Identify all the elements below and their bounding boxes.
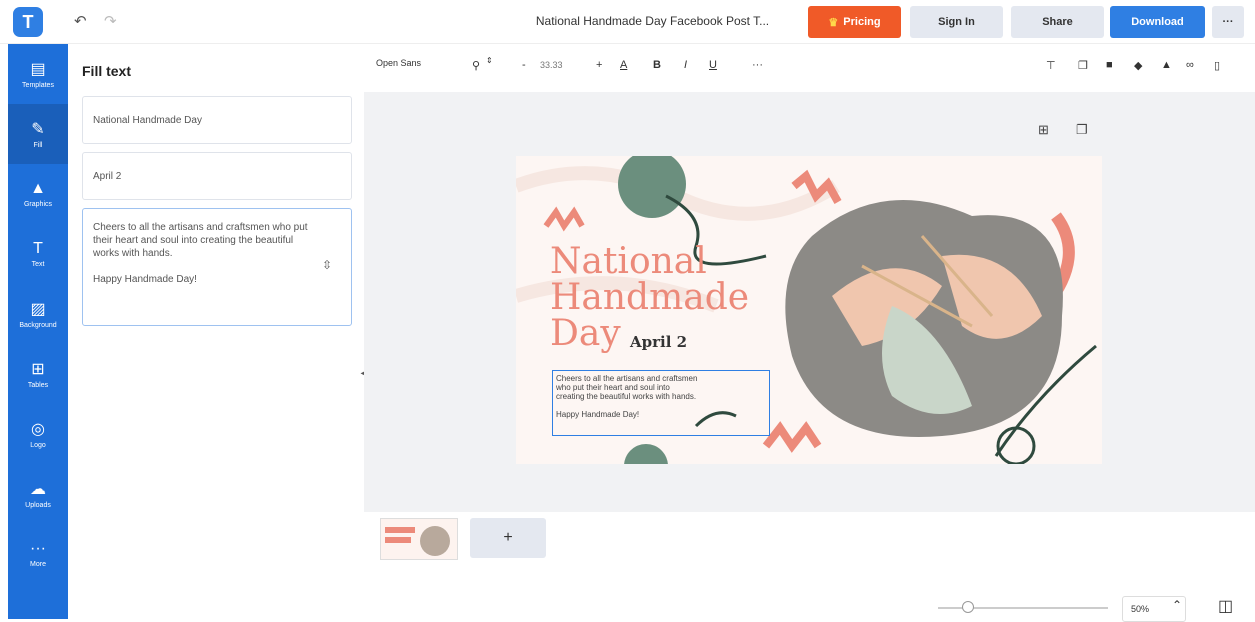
poster-body-text[interactable]: Cheers to all the artisans and craftsmen… (552, 370, 770, 436)
chevron-up-icon[interactable]: ⌃ (1172, 598, 1182, 612)
upload-icon: ☁ (30, 481, 46, 498)
sidebar-item-tables[interactable]: ⊞ Tables (8, 344, 68, 404)
sidebar-item-label: Fill (33, 142, 43, 149)
fill-text-panel: Fill text National Handmade Day April 2 … (68, 44, 364, 619)
page-thumbnail[interactable] (380, 518, 458, 560)
sidebar-item-label: More (30, 561, 46, 568)
sign-in-button[interactable]: Sign In (910, 6, 1003, 38)
link-icon[interactable]: ∞ (1186, 59, 1194, 71)
font-search-icon[interactable]: ⚲ (472, 59, 480, 72)
copy-icon[interactable]: ❐ (1078, 59, 1088, 72)
design-canvas[interactable]: National Handmade Day April 2 Cheers to … (516, 156, 1102, 464)
document-title[interactable]: National Handmade Day Facebook Post T... (520, 14, 785, 28)
text-toolbar: Open Sans ⚲ ⇕ - 33.33 + A B I U ··· ⊤ ❐ … (364, 44, 1255, 92)
sidebar-item-background[interactable]: ▨ Background (8, 284, 68, 344)
page-view-icon[interactable]: ◫ (1218, 596, 1233, 616)
delete-icon[interactable]: ▯ (1214, 59, 1220, 72)
text-icon: T (33, 240, 43, 257)
add-page-button[interactable]: + (470, 518, 546, 558)
sidebar-item-label: Templates (22, 82, 54, 89)
decrease-size-button[interactable]: - (522, 59, 526, 71)
app-logo[interactable]: T (13, 7, 43, 37)
sidebar-item-logo[interactable]: ◎ Logo (8, 404, 68, 464)
knitting-photo (785, 200, 1063, 437)
background-icon: ▨ (30, 301, 46, 318)
lock-icon[interactable]: ▲ (1161, 59, 1172, 71)
bottom-bar: + 50% ⌃ ◫ (364, 512, 1255, 622)
italic-button[interactable]: I (684, 59, 687, 71)
panel-title: Fill text (82, 63, 132, 79)
grid-icon[interactable]: ⊞ (1038, 122, 1049, 138)
sidebar-item-label: Tables (27, 382, 49, 389)
increase-size-button[interactable]: + (596, 59, 602, 71)
crown-icon: ♛ (828, 16, 839, 29)
text-field-body[interactable]: Cheers to all the artisans and craftsmen… (82, 208, 352, 326)
text-field-title[interactable]: National Handmade Day (82, 96, 352, 144)
sidebar-item-uploads[interactable]: ☁ Uploads (8, 464, 68, 524)
text-field-date[interactable]: April 2 (82, 152, 352, 200)
poster-title-line: Handmade (550, 277, 750, 318)
table-icon: ⊞ (31, 361, 45, 378)
sidebar-item-text[interactable]: T Text (8, 224, 68, 284)
download-button[interactable]: Download (1110, 6, 1205, 38)
font-family-select[interactable]: Open Sans (376, 58, 466, 68)
brush-icon: ✎ (31, 121, 45, 138)
sidebar-item-label: Text (31, 261, 45, 268)
pricing-button[interactable]: ♛ Pricing (808, 6, 901, 38)
redo-icon[interactable]: ↷ (104, 12, 117, 30)
underline-button[interactable]: U (709, 59, 717, 71)
sidebar-item-templates[interactable]: ▤ Templates (8, 44, 68, 104)
text-color-icon[interactable]: A (620, 59, 627, 71)
duplicate-page-icon[interactable]: ❐ (1076, 122, 1088, 138)
shapes-icon: ▲ (30, 180, 46, 197)
bold-button[interactable]: B (653, 59, 661, 71)
sidebar-item-graphics[interactable]: ▲ Graphics (8, 164, 68, 224)
canvas-area: ⊞ ❐ National Handmade Day April 2 Cheers… (364, 92, 1255, 512)
undo-icon[interactable]: ↶ (74, 12, 87, 30)
sidebar-item-fill[interactable]: ✎ Fill (8, 104, 68, 164)
thumbnail-preview (385, 526, 450, 556)
layer-icon[interactable]: ■ (1106, 59, 1113, 71)
format-paint-icon[interactable]: ⊤ (1046, 59, 1056, 72)
sidebar-item-label: Uploads (25, 502, 51, 509)
zoom-slider-handle[interactable] (962, 601, 974, 613)
sidebar-item-more[interactable]: ··· More (8, 524, 68, 584)
opacity-icon[interactable]: ◆ (1134, 59, 1142, 72)
font-stepper-icon[interactable]: ⇕ (486, 56, 493, 65)
sidebar-item-label: Logo (30, 442, 46, 449)
more-icon: ··· (30, 540, 46, 557)
poster-title-line: National (550, 241, 707, 282)
pricing-label: Pricing (843, 16, 881, 28)
logo-icon: ◎ (31, 421, 45, 438)
sidebar: ▤ Templates ✎ Fill ▲ Graphics T Text ▨ Backgr… (8, 44, 68, 619)
sidebar-item-label: Graphics (23, 201, 52, 208)
top-bar: T ↶ ↷ National Handmade Day Facebook Pos… (0, 0, 1255, 44)
font-size-input[interactable]: 33.33 (540, 60, 563, 70)
poster-date[interactable]: April 2 (630, 333, 687, 351)
templates-icon: ▤ (30, 61, 46, 78)
more-options-button[interactable]: ··· (1212, 6, 1244, 38)
more-tools-button[interactable]: ··· (752, 59, 763, 71)
sidebar-item-label: Background (19, 322, 57, 329)
font-name: Open Sans (376, 58, 422, 68)
resize-handle-icon[interactable]: ⇳ (322, 258, 332, 272)
share-button[interactable]: Share (1011, 6, 1104, 38)
